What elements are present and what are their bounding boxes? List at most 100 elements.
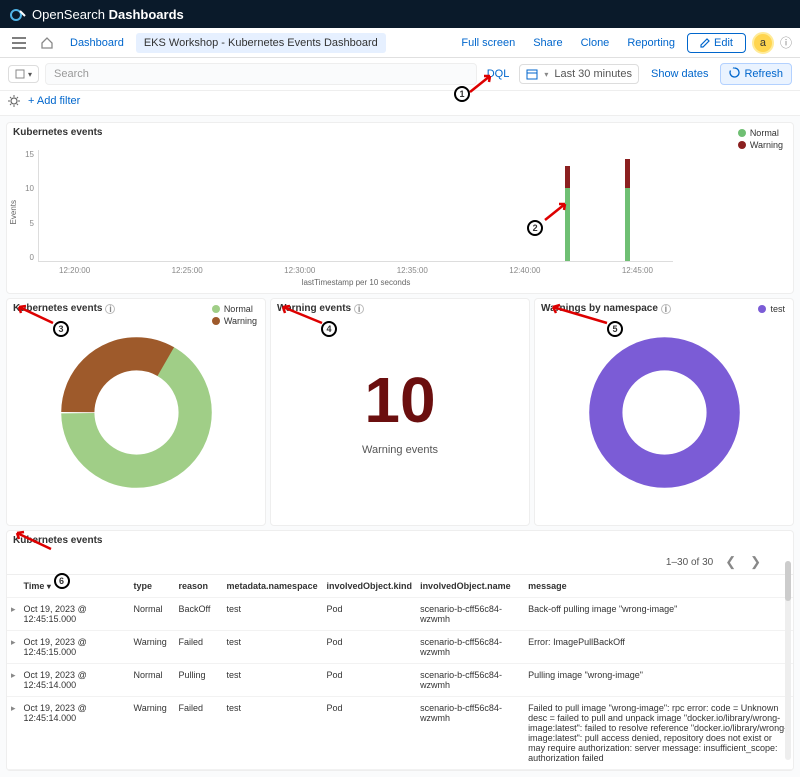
expand-toggle-icon[interactable]: ▸ <box>11 637 16 647</box>
expand-toggle-icon[interactable]: ▸ <box>11 703 16 713</box>
table-row[interactable]: ▸ Oct 19, 2023 @ 12:45:14.000NormalPullin… <box>7 664 793 697</box>
help-icon[interactable]: ⓘ <box>780 34 792 51</box>
legend-item-warning[interactable]: Warning <box>738 139 783 151</box>
pager-text: 1–30 of 30 <box>666 557 713 568</box>
annotation-callout-5: 5 <box>607 321 623 337</box>
info-icon[interactable]: i <box>105 304 115 314</box>
hamburger-menu-icon[interactable] <box>8 33 30 53</box>
table-row[interactable]: ▸Oct 19, 2023 @ 12:45:15.000NormalBackOf… <box>7 598 793 631</box>
col-name[interactable]: involvedObject.name <box>416 575 524 598</box>
refresh-button[interactable]: Refresh <box>720 63 792 85</box>
col-message[interactable]: message <box>524 575 793 598</box>
cell-ns: test <box>223 697 323 770</box>
annotation-arrow-6 <box>13 529 53 551</box>
annotation-callout-1: 1 <box>454 86 470 102</box>
annotation-arrow-4 <box>279 303 324 325</box>
legend-item-normal[interactable]: Normal <box>738 127 783 139</box>
query-bar: ▾ DQL ▾ Last 30 minutes Show dates Refre… <box>0 58 800 91</box>
breadcrumb-parent[interactable]: Dashboard <box>64 35 130 51</box>
add-filter-button[interactable]: + Add filter <box>28 95 80 107</box>
edit-button[interactable]: Edit <box>687 33 746 53</box>
pager-next-icon[interactable]: ❯ <box>748 554 763 570</box>
events-table: Time ▾ 6 type reason metadata.namespace … <box>7 575 793 770</box>
sub-header: Dashboard EKS Workshop - Kubernetes Even… <box>0 28 800 58</box>
cell-ns: test <box>223 664 323 697</box>
logo-text: OpenSearch Dashboards <box>32 7 184 22</box>
clone-link[interactable]: Clone <box>575 35 616 51</box>
legend-item-normal[interactable]: Normal <box>212 303 257 315</box>
info-icon[interactable]: i <box>661 304 671 314</box>
panel-warnings-by-namespace: Warnings by namespacei test 5 <box>534 298 794 526</box>
expand-toggle-icon[interactable]: ▸ <box>11 604 16 614</box>
annotation-arrow-2 <box>543 200 571 222</box>
cell-reason: BackOff <box>175 598 223 631</box>
info-icon[interactable]: i <box>354 304 364 314</box>
global-header: OpenSearch Dashboards <box>0 0 800 28</box>
annotation-arrow-1 <box>468 72 496 94</box>
cell-time: Oct 19, 2023 @ 12:45:14.000 <box>20 664 130 697</box>
time-range-button[interactable]: ▾ Last 30 minutes <box>519 64 639 84</box>
cell-type: Normal <box>130 598 175 631</box>
annotation-callout-2: 2 <box>527 220 543 236</box>
table-row[interactable]: ▸Oct 19, 2023 @ 12:45:14.000WarningFaile… <box>7 697 793 770</box>
reporting-link[interactable]: Reporting <box>621 35 681 51</box>
donut-namespace[interactable] <box>535 318 793 506</box>
full-screen-link[interactable]: Full screen <box>455 35 521 51</box>
breadcrumb-current: EKS Workshop - Kubernetes Events Dashboa… <box>136 33 386 53</box>
pencil-icon <box>700 38 710 48</box>
logo[interactable]: OpenSearch Dashboards <box>10 6 184 22</box>
cell-ns: test <box>223 598 323 631</box>
cell-name: scenario-b-cff56c84-wzwmh <box>416 598 524 631</box>
home-icon[interactable] <box>36 32 58 54</box>
cell-kind: Pod <box>323 631 417 664</box>
table-pager: 1–30 of 30 ❮ ❯ <box>7 550 793 575</box>
cell-kind: Pod <box>323 598 417 631</box>
panel-events-table: Kubernetes events 1–30 of 30 ❮ ❯ Time ▾ … <box>6 530 794 771</box>
timeseries-chart[interactable]: Events 15 10 5 0 12:20:00 12:25:00 <box>7 142 793 282</box>
warning-metric: 10 Warning events <box>271 318 529 506</box>
col-kind[interactable]: involvedObject.kind <box>323 575 417 598</box>
cell-type: Warning <box>130 697 175 770</box>
panel-events-pie: Kubernetes eventsi Normal Warning 3 <box>6 298 266 526</box>
user-avatar[interactable]: a <box>752 32 774 54</box>
annotation-callout-4: 4 <box>321 321 337 337</box>
cell-message: Back-off pulling image "wrong-image" <box>524 598 793 631</box>
saved-queries-icon[interactable]: ▾ <box>8 65 39 83</box>
cell-kind: Pod <box>323 697 417 770</box>
bar-1245[interactable] <box>625 159 630 261</box>
col-ns[interactable]: metadata.namespace <box>223 575 323 598</box>
x-axis: 12:20:00 12:25:00 12:30:00 12:35:00 12:4… <box>39 266 673 275</box>
cell-name: scenario-b-cff56c84-wzwmh <box>416 697 524 770</box>
show-dates-link[interactable]: Show dates <box>645 66 714 82</box>
panel-scrollbar[interactable] <box>785 561 791 760</box>
cell-type: Normal <box>130 664 175 697</box>
cell-time: Oct 19, 2023 @ 12:45:15.000 <box>20 631 130 664</box>
col-reason[interactable]: reason <box>175 575 223 598</box>
x-axis-label: lastTimestamp per 10 seconds <box>39 278 673 287</box>
search-input[interactable] <box>45 63 477 85</box>
cell-time: Oct 19, 2023 @ 12:45:14.000 <box>20 697 130 770</box>
panel-title: Kubernetes events <box>7 123 793 142</box>
table-row[interactable]: ▸Oct 19, 2023 @ 12:45:15.000WarningFaile… <box>7 631 793 664</box>
calendar-icon <box>526 68 538 80</box>
cell-reason: Failed <box>175 697 223 770</box>
dashboard-grid: Kubernetes events Events 15 10 5 0 12 <box>0 116 800 777</box>
col-type[interactable]: type <box>130 575 175 598</box>
col-time[interactable]: Time ▾ 6 <box>20 575 130 598</box>
refresh-icon <box>729 67 740 81</box>
cell-kind: Pod <box>323 664 417 697</box>
legend-item-test[interactable]: test <box>758 303 785 315</box>
filter-options-icon[interactable] <box>8 95 20 107</box>
cell-reason: Pulling <box>175 664 223 697</box>
panel-events-timeseries: Kubernetes events Events 15 10 5 0 12 <box>6 122 794 294</box>
panel-row-middle: Kubernetes eventsi Normal Warning 3 Warn… <box>4 296 796 528</box>
expand-toggle-icon[interactable]: ▸ <box>11 670 16 680</box>
share-link[interactable]: Share <box>527 35 568 51</box>
metric-value: 10 <box>364 368 435 432</box>
table-header-row: Time ▾ 6 type reason metadata.namespace … <box>7 575 793 598</box>
ns-legend: test <box>758 303 785 315</box>
cell-type: Warning <box>130 631 175 664</box>
cell-message: Failed to pull image "wrong-image": rpc … <box>524 697 793 770</box>
donut-events[interactable] <box>7 318 265 506</box>
pager-prev-icon[interactable]: ❮ <box>723 554 738 570</box>
